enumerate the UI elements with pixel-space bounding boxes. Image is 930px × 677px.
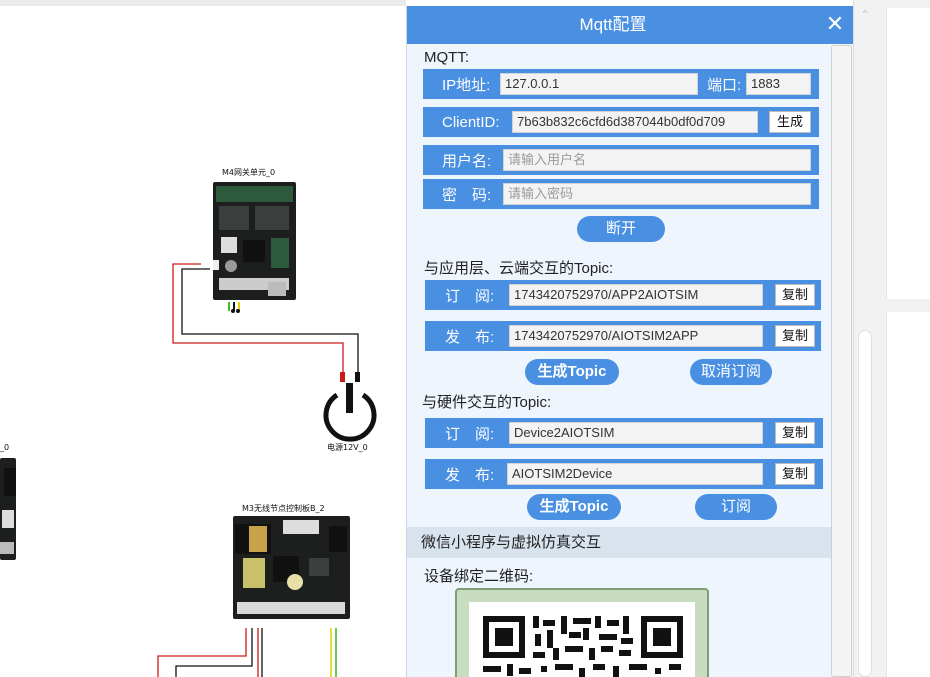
- dialog-title: Mqtt配置: [579, 15, 647, 34]
- port-input[interactable]: 1883: [746, 73, 811, 95]
- hw-publish-row: 发 布: AIOTSIM2Device 复制: [425, 459, 823, 489]
- qr-heading: 设备绑定二维码:: [424, 568, 534, 585]
- close-icon[interactable]: ✕: [822, 12, 848, 38]
- side-card-top: [886, 8, 930, 299]
- node-board-label: M3无线节点控制板B_2: [242, 504, 325, 513]
- wire-black-bottom-1: [175, 628, 253, 677]
- wire-red-bottom-1: [157, 628, 247, 677]
- app-generate-topic-button[interactable]: 生成Topic: [525, 359, 619, 385]
- hw-generate-topic-button[interactable]: 生成Topic: [527, 494, 621, 520]
- clientid-input[interactable]: 7b63b832c6cfd6d387044b0df0d709: [512, 111, 758, 133]
- app-publish-row: 发 布: 1743420752970/AIOTSIM2APP 复制: [425, 321, 821, 351]
- gateway-label: M4网关单元_0: [222, 168, 276, 177]
- unsubscribe-button[interactable]: 取消订阅: [690, 359, 772, 385]
- clientid-row: ClientID: 7b63b832c6cfd6d387044b0df0d709…: [423, 107, 819, 137]
- app-subscribe-copy-button[interactable]: 复制: [775, 284, 815, 306]
- disconnect-button[interactable]: 断开: [577, 216, 665, 242]
- canvas-top-strip: [0, 0, 406, 6]
- app-publish-label: 发 布:: [445, 328, 495, 346]
- hw-subscribe-label: 订 阅:: [445, 425, 495, 443]
- qr-code-icon: [469, 602, 695, 677]
- subscribe-button[interactable]: 订阅: [695, 494, 777, 520]
- power-icon: [323, 372, 377, 442]
- outer-scrollbar[interactable]: ⌃: [853, 0, 874, 677]
- right-panel-chrome: ⌃: [853, 0, 930, 677]
- password-label: 密 码:: [442, 186, 492, 204]
- clientid-label: ClientID:: [442, 113, 500, 131]
- generate-clientid-button[interactable]: 生成: [769, 111, 811, 133]
- hw-subscribe-input[interactable]: Device2AIOTSIM: [509, 422, 763, 444]
- username-row: 用户名: 请输入用户名: [423, 145, 819, 175]
- app-publish-input[interactable]: 1743420752970/AIOTSIM2APP: [509, 325, 763, 347]
- hw-publish-copy-button[interactable]: 复制: [775, 463, 815, 485]
- side-card-bottom: [886, 312, 930, 677]
- qr-code-frame: [455, 588, 709, 677]
- username-input[interactable]: 请输入用户名: [503, 149, 811, 171]
- chevron-up-icon[interactable]: ⌃: [858, 8, 872, 22]
- username-label: 用户名:: [442, 152, 492, 170]
- outer-scrollbar-thumb[interactable]: [858, 330, 872, 677]
- mqtt-heading: MQTT:: [424, 49, 469, 66]
- dialog-scrollbar[interactable]: [831, 45, 852, 677]
- simulation-canvas[interactable]: M4网关单元_0 电源12V_0 _0 M3无线节点控制板B_2: [0, 0, 406, 677]
- wechat-section-header: 微信小程序与虚拟仿真交互: [407, 527, 831, 558]
- ip-input[interactable]: 127.0.0.1: [500, 73, 698, 95]
- hardware-topic-heading: 与硬件交互的Topic:: [422, 394, 552, 411]
- wechat-section-title: 微信小程序与虚拟仿真交互: [421, 534, 602, 551]
- hw-publish-input[interactable]: AIOTSIM2Device: [507, 463, 763, 485]
- app-topic-heading: 与应用层、云端交互的Topic:: [424, 260, 614, 277]
- app-subscribe-input[interactable]: 1743420752970/APP2AIOTSIM: [509, 284, 763, 306]
- port-label: 端口:: [707, 76, 742, 94]
- left-component-label: _0: [0, 443, 10, 452]
- app-publish-copy-button[interactable]: 复制: [775, 325, 815, 347]
- hw-subscribe-row: 订 阅: Device2AIOTSIM 复制: [425, 418, 823, 448]
- node-board[interactable]: [233, 516, 350, 619]
- mqtt-config-dialog: Mqtt配置 ✕ MQTT: IP地址: 127.0.0.1 端口: 1883 …: [406, 6, 853, 677]
- hw-subscribe-copy-button[interactable]: 复制: [775, 422, 815, 444]
- app-subscribe-row: 订 阅: 1743420752970/APP2AIOTSIM 复制: [425, 280, 821, 310]
- ip-label: IP地址:: [442, 76, 491, 94]
- gateway-board[interactable]: [213, 182, 296, 300]
- dialog-titlebar: Mqtt配置 ✕: [407, 6, 853, 44]
- node-board-graphic: [235, 520, 347, 614]
- left-partial-board[interactable]: [0, 458, 16, 560]
- ip-port-row: IP地址: 127.0.0.1 端口: 1883: [423, 69, 819, 99]
- password-row: 密 码: 请输入密码: [423, 179, 819, 209]
- app-subscribe-label: 订 阅:: [445, 287, 495, 305]
- power-label: 电源12V_0: [327, 443, 368, 452]
- password-input[interactable]: 请输入密码: [503, 183, 811, 205]
- gateway-board-graphic: [213, 186, 293, 296]
- hw-publish-label: 发 布:: [445, 466, 495, 484]
